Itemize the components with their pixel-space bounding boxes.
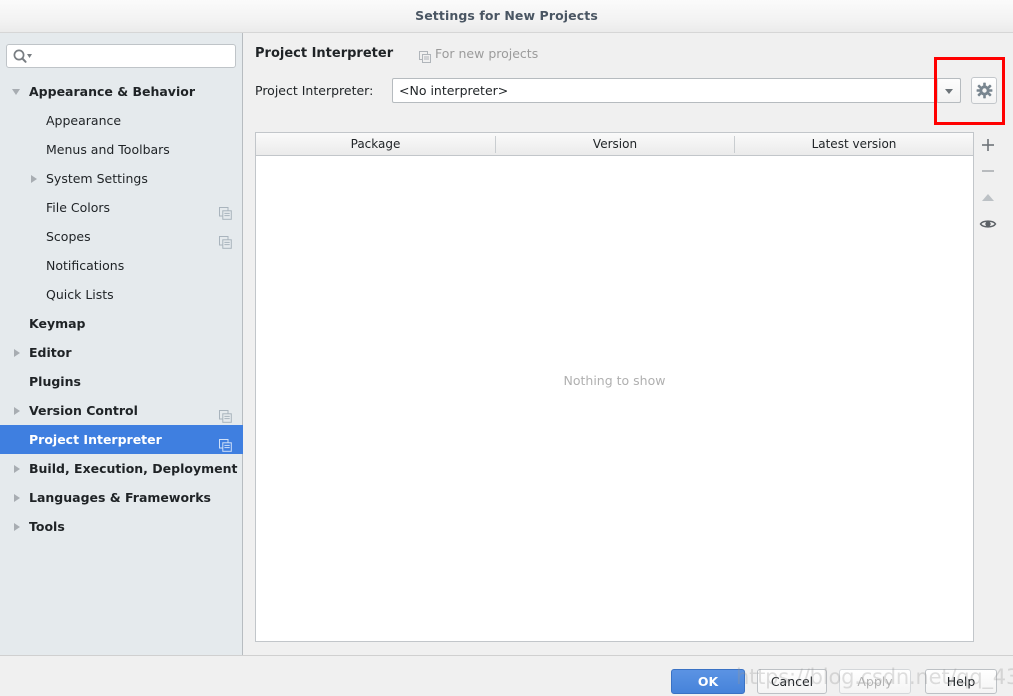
title-bar: Settings for New Projects <box>0 0 1013 33</box>
upgrade-package-button[interactable] <box>974 185 1002 211</box>
copy-window-icon <box>219 230 232 249</box>
sidebar-item-label: Scopes <box>46 229 91 244</box>
sidebar-item-tools[interactable]: Tools <box>0 512 243 541</box>
help-button[interactable]: Help <box>925 669 997 694</box>
chevron-right-icon[interactable] <box>14 407 20 415</box>
sidebar-item-label: Project Interpreter <box>29 432 162 447</box>
sidebar-item-menus-and-toolbars[interactable]: Menus and Toolbars <box>0 135 243 164</box>
triangle-up-icon <box>974 185 1002 211</box>
chevron-right-icon[interactable] <box>14 465 20 473</box>
chevron-right-icon[interactable] <box>14 494 20 502</box>
minus-icon <box>974 158 1002 184</box>
interpreter-settings-button[interactable] <box>971 77 997 104</box>
sidebar-item-label: Quick Lists <box>46 287 114 302</box>
copy-window-icon <box>419 48 431 63</box>
sidebar-item-label: Appearance <box>46 113 122 128</box>
add-package-button[interactable] <box>974 132 1002 158</box>
packages-table: Package Version Latest version Nothing t… <box>255 132 974 642</box>
for-new-projects-label: For new projects <box>435 46 539 61</box>
settings-dialog: Settings for New Projects Appearance & B… <box>0 0 1013 696</box>
sidebar-item-project-interpreter[interactable]: Project Interpreter <box>0 425 243 454</box>
sidebar-item-languages-frameworks[interactable]: Languages & Frameworks <box>0 483 243 512</box>
gear-icon <box>976 82 993 99</box>
sidebar-item-label: Languages & Frameworks <box>29 490 211 505</box>
search-input[interactable] <box>36 45 231 66</box>
eye-icon <box>974 211 1002 237</box>
sidebar-item-build-execution-deployment[interactable]: Build, Execution, Deployment <box>0 454 243 483</box>
cancel-button[interactable]: Cancel <box>757 669 827 694</box>
plus-icon <box>974 132 1002 158</box>
settings-tree: Appearance & Behavior Appearance Menus and… <box>0 77 243 541</box>
sidebar-item-label: Tools <box>29 519 65 534</box>
interpreter-combobox[interactable]: <No interpreter> <box>392 78 961 103</box>
sidebar-item-scopes[interactable]: Scopes <box>0 222 243 251</box>
sidebar-item-appearance-behavior[interactable]: Appearance & Behavior <box>0 77 243 106</box>
show-early-releases-button[interactable] <box>974 211 1002 237</box>
sidebar-item-label: File Colors <box>46 200 111 215</box>
page-title: Project Interpreter <box>255 46 394 61</box>
apply-button[interactable]: Apply <box>839 669 911 694</box>
copy-window-icon <box>219 433 232 452</box>
packages-table-header: Package Version Latest version <box>256 133 973 156</box>
chevron-down-icon <box>945 89 953 94</box>
sidebar-item-label: Editor <box>29 345 72 360</box>
chevron-right-icon[interactable] <box>14 349 20 357</box>
remove-package-button[interactable] <box>974 158 1002 184</box>
sidebar-item-label: Menus and Toolbars <box>46 142 170 157</box>
sidebar-item-system-settings[interactable]: System Settings <box>0 164 243 193</box>
search-icon <box>12 48 34 64</box>
sidebar-item-label: System Settings <box>46 171 148 186</box>
sidebar-item-label: Appearance & Behavior <box>29 84 195 99</box>
sidebar-item-version-control[interactable]: Version Control <box>0 396 243 425</box>
empty-state-message: Nothing to show <box>563 373 666 388</box>
chevron-right-icon[interactable] <box>31 175 37 183</box>
settings-sidebar: Appearance & Behavior Appearance Menus and… <box>0 33 243 655</box>
column-header-package[interactable]: Package <box>256 133 495 155</box>
sidebar-item-appearance[interactable]: Appearance <box>0 106 243 135</box>
column-header-version[interactable]: Version <box>496 133 734 155</box>
window-title: Settings for New Projects <box>415 8 598 23</box>
sidebar-item-file-colors[interactable]: File Colors <box>0 193 243 222</box>
copy-window-icon <box>219 201 232 220</box>
ok-button[interactable]: OK <box>671 669 745 694</box>
sidebar-item-keymap[interactable]: Keymap <box>0 309 243 338</box>
sidebar-item-editor[interactable]: Editor <box>0 338 243 367</box>
sidebar-item-notifications[interactable]: Notifications <box>0 251 243 280</box>
packages-toolbar <box>974 132 1002 642</box>
copy-window-icon <box>219 404 232 423</box>
sidebar-item-label: Notifications <box>46 258 125 273</box>
interpreter-value: <No interpreter> <box>399 83 509 98</box>
search-field-wrapper[interactable] <box>6 44 236 68</box>
main-panel: Project Interpreter For new projects Pro… <box>244 33 1013 655</box>
interpreter-label: Project Interpreter: <box>255 83 374 98</box>
sidebar-item-label: Keymap <box>29 316 86 331</box>
interpreter-dropdown-button[interactable] <box>937 78 961 103</box>
sidebar-item-plugins[interactable]: Plugins <box>0 367 243 396</box>
column-header-latest-version[interactable]: Latest version <box>735 133 973 155</box>
sidebar-item-label: Plugins <box>29 374 81 389</box>
chevron-down-icon[interactable] <box>12 89 20 95</box>
sidebar-item-label: Version Control <box>29 403 138 418</box>
sidebar-item-quick-lists[interactable]: Quick Lists <box>0 280 243 309</box>
sidebar-item-label: Build, Execution, Deployment <box>29 461 238 476</box>
dialog-footer: OK Cancel Apply Help <box>0 655 1013 696</box>
chevron-right-icon[interactable] <box>14 523 20 531</box>
